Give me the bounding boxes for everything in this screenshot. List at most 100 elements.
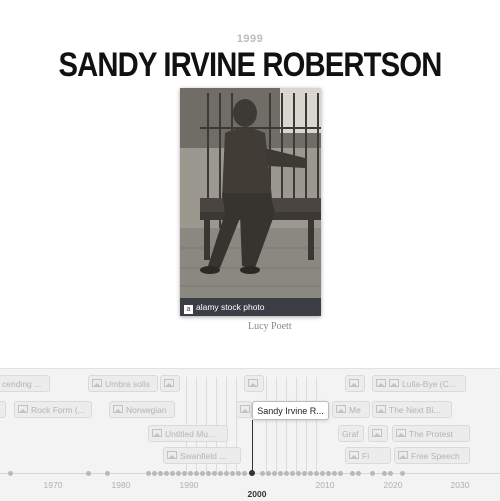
timeline-event-dot[interactable] bbox=[158, 471, 163, 476]
timeline-event-dot[interactable] bbox=[218, 471, 223, 476]
timeline-event-dot[interactable] bbox=[224, 471, 229, 476]
year-tick: 2020 bbox=[383, 480, 403, 490]
marker-line bbox=[316, 377, 317, 473]
timeline-marker[interactable]: Fi bbox=[345, 447, 391, 464]
timeline-event-dot[interactable] bbox=[236, 471, 241, 476]
timeline-event-dot[interactable] bbox=[356, 471, 361, 476]
image-icon bbox=[349, 451, 359, 459]
timeline-event-dot[interactable] bbox=[302, 471, 307, 476]
year-tick: 1970 bbox=[43, 480, 63, 490]
timeline-event-dot[interactable] bbox=[266, 471, 271, 476]
timeline-marker[interactable]: Free Speech bbox=[394, 447, 470, 464]
timeline-marker[interactable] bbox=[244, 375, 264, 392]
timeline-event-dot[interactable] bbox=[164, 471, 169, 476]
watermark-bar: a alamy stock photo bbox=[180, 298, 321, 316]
current-year-tick: 2000 bbox=[247, 489, 267, 499]
image-icon bbox=[389, 379, 399, 387]
year-tick: 1990 bbox=[179, 480, 199, 490]
timeline-event-dot[interactable] bbox=[182, 471, 187, 476]
timeline-event-dot[interactable] bbox=[314, 471, 319, 476]
timeline-event-dot[interactable] bbox=[105, 471, 110, 476]
timeline-event-dot[interactable] bbox=[278, 471, 283, 476]
timeline-event-dot[interactable] bbox=[296, 471, 301, 476]
timeline-event-dot[interactable] bbox=[290, 471, 295, 476]
year-tick: 2030 bbox=[450, 480, 470, 490]
active-timeline-marker[interactable]: Sandy Irvine R... bbox=[252, 401, 329, 420]
image-icon bbox=[167, 451, 177, 459]
timeline-marker[interactable]: Untitled Mu... bbox=[148, 425, 228, 442]
timeline-event-dot[interactable] bbox=[308, 471, 313, 476]
timeline-nav[interactable]: cending ... Umbra solis Lulla-Bye (C... … bbox=[0, 368, 500, 501]
timeline-marker[interactable]: Norwegian bbox=[109, 401, 175, 418]
slide-year: 1999 bbox=[236, 33, 264, 45]
image-icon bbox=[152, 429, 162, 437]
marker-line bbox=[306, 377, 307, 473]
timeline-event-dot[interactable] bbox=[188, 471, 193, 476]
image-icon bbox=[113, 405, 123, 413]
image-icon bbox=[372, 429, 382, 437]
statue-photo: a alamy stock photo bbox=[180, 88, 321, 316]
year-tick: 1980 bbox=[111, 480, 131, 490]
current-event-dot[interactable] bbox=[249, 470, 255, 476]
alamy-logo-icon: a bbox=[184, 305, 193, 314]
image-icon bbox=[376, 405, 386, 413]
year-tick: 2010 bbox=[315, 480, 335, 490]
timeline-event-dot[interactable] bbox=[260, 471, 265, 476]
image-icon bbox=[349, 379, 359, 387]
timeline-marker[interactable] bbox=[160, 375, 180, 392]
active-marker-line bbox=[252, 420, 253, 475]
timeline-event-dot[interactable] bbox=[200, 471, 205, 476]
timeline-marker[interactable] bbox=[345, 375, 365, 392]
photo-credit: Lucy Poett bbox=[248, 321, 292, 332]
image-icon bbox=[92, 379, 102, 387]
timeline-event-dot[interactable] bbox=[320, 471, 325, 476]
marker-line bbox=[276, 377, 277, 473]
timeline-event-dot[interactable] bbox=[194, 471, 199, 476]
timeline-event-dot[interactable] bbox=[326, 471, 331, 476]
timeline-event-dot[interactable] bbox=[382, 471, 387, 476]
timeline-event-dot[interactable] bbox=[400, 471, 405, 476]
timeline-event-dot[interactable] bbox=[230, 471, 235, 476]
timeline-marker[interactable]: Umbra solis bbox=[88, 375, 158, 392]
timeline-marker[interactable]: The Next Bi... bbox=[372, 401, 452, 418]
marker-line bbox=[296, 377, 297, 473]
image-icon bbox=[240, 405, 250, 413]
timeline-event-dot[interactable] bbox=[8, 471, 13, 476]
timeline-marker[interactable] bbox=[0, 401, 6, 418]
timeline-event-dot[interactable] bbox=[170, 471, 175, 476]
image-icon bbox=[18, 405, 28, 413]
timeline-event-dot[interactable] bbox=[350, 471, 355, 476]
timeline-event-dot[interactable] bbox=[242, 471, 247, 476]
timeline-marker[interactable]: Me bbox=[332, 401, 370, 418]
image-icon bbox=[164, 379, 174, 387]
timeline-event-dot[interactable] bbox=[146, 471, 151, 476]
statue-photo-image bbox=[180, 88, 321, 316]
timeline-marker[interactable]: Rock Form (... bbox=[14, 401, 92, 418]
timeline-marker[interactable]: Lulla-Bye (C... bbox=[372, 375, 466, 392]
marker-line bbox=[266, 377, 267, 473]
marker-line bbox=[286, 377, 287, 473]
timeline-event-dot[interactable] bbox=[284, 471, 289, 476]
timeline-event-dot[interactable] bbox=[206, 471, 211, 476]
timeline-marker[interactable] bbox=[236, 401, 252, 418]
timeline-marker[interactable] bbox=[368, 425, 388, 442]
timeline-event-dot[interactable] bbox=[370, 471, 375, 476]
timeline-marker[interactable]: The Protest bbox=[392, 425, 470, 442]
timeline-event-dot[interactable] bbox=[332, 471, 337, 476]
timeline-event-dot[interactable] bbox=[176, 471, 181, 476]
image-icon bbox=[398, 451, 408, 459]
image-icon bbox=[248, 379, 258, 387]
timeline-marker[interactable]: Graf bbox=[338, 425, 364, 442]
timeline-event-dot[interactable] bbox=[388, 471, 393, 476]
watermark-text: alamy stock photo bbox=[196, 302, 265, 312]
image-icon bbox=[376, 379, 386, 387]
timeline-marker[interactable]: Swanfield ... bbox=[163, 447, 241, 464]
timeline-marker[interactable]: cending ... bbox=[0, 375, 50, 392]
timeline-event-dot[interactable] bbox=[272, 471, 277, 476]
timeline-event-dot[interactable] bbox=[338, 471, 343, 476]
timeline-event-dot[interactable] bbox=[152, 471, 157, 476]
timeline-event-dot[interactable] bbox=[212, 471, 217, 476]
timeline-event-dot[interactable] bbox=[86, 471, 91, 476]
image-icon bbox=[396, 429, 406, 437]
image-icon bbox=[336, 405, 346, 413]
